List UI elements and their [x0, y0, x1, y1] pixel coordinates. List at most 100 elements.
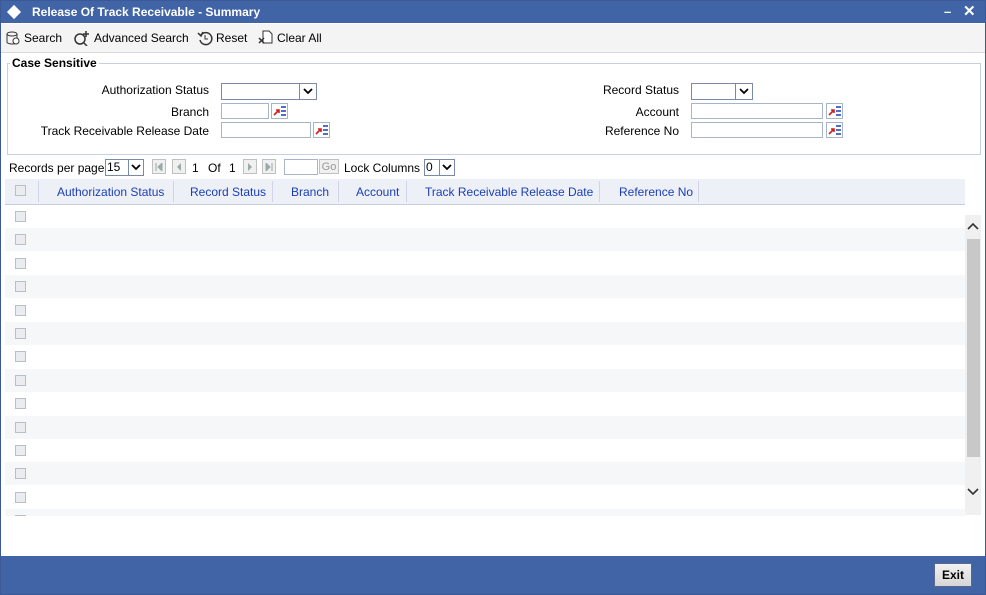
lock-columns-select[interactable]: 0 [424, 159, 455, 176]
clear-all-icon [258, 30, 273, 44]
reset-button[interactable]: Reset [197, 30, 247, 46]
records-per-page-value: 15 [107, 160, 121, 174]
advanced-search-label: Advanced Search [94, 31, 189, 45]
table-row[interactable] [5, 275, 965, 299]
window-title: Release Of Track Receivable - Summary [32, 5, 261, 19]
pagination-bar: Records per page 15 1 Of 1 Go Lock Colum… [1, 158, 985, 178]
column-divider [406, 181, 407, 202]
clear-all-button[interactable]: Clear All [258, 30, 322, 46]
row-checkbox[interactable] [15, 468, 26, 480]
reference-no-field[interactable] [691, 122, 823, 138]
records-per-page-label: Records per page [9, 161, 105, 175]
title-bar: Release Of Track Receivable - Summary – … [1, 1, 985, 23]
column-header-branch[interactable]: Branch [291, 185, 329, 199]
column-divider [272, 181, 273, 202]
record-status-select[interactable] [691, 83, 753, 100]
first-page-button[interactable] [152, 159, 166, 174]
row-checkbox[interactable] [15, 515, 26, 516]
next-page-button[interactable] [243, 159, 257, 174]
advanced-search-button[interactable]: Advanced Search [73, 30, 189, 46]
column-header-track-receivable-release-date[interactable]: Track Receivable Release Date [425, 185, 593, 199]
table-row[interactable] [5, 252, 965, 275]
row-checkbox[interactable] [15, 211, 26, 222]
search-icon [6, 31, 20, 45]
minimize-button[interactable]: – [944, 4, 951, 19]
chevron-down-icon [128, 160, 143, 175]
account-label: Account [635, 105, 679, 119]
previous-page-icon [177, 162, 181, 171]
table-row[interactable] [5, 462, 965, 486]
row-checkbox[interactable] [15, 421, 26, 433]
last-page-button[interactable] [262, 159, 276, 174]
close-button[interactable]: ✕ [963, 2, 976, 20]
last-page-icon [265, 162, 273, 171]
account-lov-icon[interactable] [826, 103, 843, 119]
reference-no-lov-icon[interactable] [826, 122, 843, 138]
first-page-icon [155, 162, 163, 171]
authorization-status-select[interactable] [221, 83, 317, 100]
grid-vertical-scrollbar[interactable] [965, 215, 981, 515]
row-checkbox[interactable] [15, 491, 26, 503]
row-checkbox[interactable] [15, 328, 26, 339]
branch-field[interactable] [221, 103, 269, 119]
total-pages: 1 [229, 161, 236, 175]
select-all-checkbox[interactable] [15, 185, 26, 196]
column-header-record-status[interactable]: Record Status [190, 185, 266, 199]
table-row[interactable] [5, 322, 965, 345]
row-checkbox[interactable] [15, 445, 26, 456]
row-checkbox[interactable] [15, 281, 26, 293]
records-per-page-select[interactable]: 15 [105, 159, 144, 176]
column-header-reference-no[interactable]: Reference No [619, 185, 693, 199]
row-checkbox[interactable] [15, 234, 26, 246]
toolbar: Search Advanced Search Reset Clear All [1, 24, 985, 53]
reset-icon [197, 31, 213, 46]
table-row[interactable] [5, 509, 965, 516]
authorization-status-label: Authorization Status [101, 83, 209, 97]
clear-all-label: Clear All [277, 31, 322, 45]
track-receivable-release-date-field[interactable] [221, 122, 311, 138]
row-checkbox[interactable] [15, 304, 26, 316]
table-row[interactable] [5, 415, 965, 439]
exit-button[interactable]: Exit [934, 563, 972, 587]
scroll-down-icon[interactable] [965, 485, 981, 499]
search-label: Search [24, 31, 63, 45]
column-header-account[interactable]: Account [356, 185, 399, 199]
row-checkbox[interactable] [15, 351, 26, 363]
advanced-search-icon [74, 31, 89, 46]
branch-lov-icon[interactable] [271, 103, 288, 119]
column-header-authorization-status[interactable]: Authorization Status [57, 185, 164, 199]
row-checkbox[interactable] [15, 257, 26, 269]
branch-label: Branch [170, 105, 209, 119]
date-picker-icon[interactable] [313, 122, 330, 138]
results-grid: Authorization Status Record Status Branc… [5, 179, 965, 516]
go-to-page-field[interactable] [284, 159, 318, 175]
column-divider [173, 181, 174, 202]
window-icon [6, 4, 22, 20]
row-checkbox[interactable] [15, 398, 26, 410]
go-button[interactable]: Go [319, 159, 339, 174]
scrollbar-thumb[interactable] [967, 239, 980, 457]
reset-label: Reset [216, 31, 248, 45]
table-row[interactable] [5, 439, 965, 462]
case-sensitive-legend: Case Sensitive [10, 56, 99, 70]
account-field[interactable] [691, 103, 823, 119]
lock-columns-value: 0 [426, 160, 433, 174]
footer-bar [1, 556, 985, 594]
row-checkbox[interactable] [15, 374, 26, 386]
previous-page-button[interactable] [172, 159, 186, 174]
table-row[interactable] [5, 205, 965, 228]
table-row[interactable] [5, 299, 965, 322]
column-divider [698, 181, 699, 202]
current-page: 1 [192, 161, 199, 175]
table-row[interactable] [5, 486, 965, 509]
track-receivable-release-date-label: Track Receivable Release Date [40, 124, 209, 138]
lock-columns-label: Lock Columns [344, 161, 421, 175]
table-row[interactable] [5, 345, 965, 368]
record-status-label: Record Status [602, 83, 679, 97]
search-button[interactable]: Search [5, 30, 62, 46]
table-row[interactable] [5, 368, 965, 392]
table-row[interactable] [5, 392, 965, 415]
scroll-up-icon[interactable] [965, 219, 981, 233]
chevron-down-icon [299, 84, 316, 99]
table-row[interactable] [5, 228, 965, 252]
